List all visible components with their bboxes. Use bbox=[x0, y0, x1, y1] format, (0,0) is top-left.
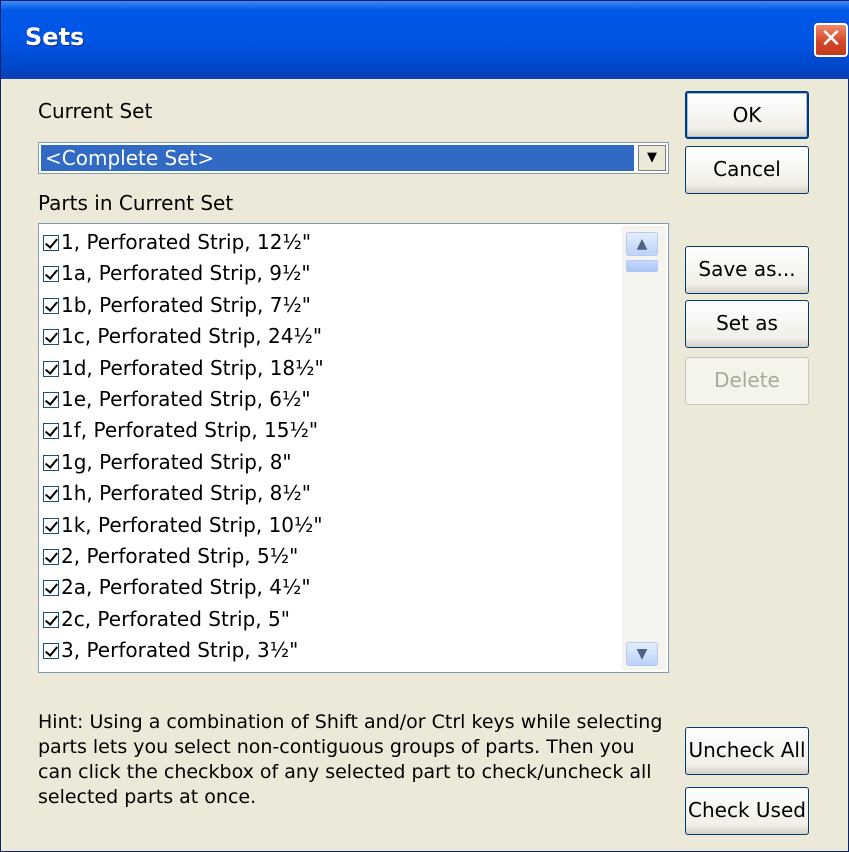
list-item[interactable]: 1b, Perforated Strip, 7½" bbox=[43, 291, 311, 319]
list-item-label: 1h, Perforated Strip, 8½" bbox=[61, 481, 311, 506]
list-item-label: 2c, Perforated Strip, 5" bbox=[61, 606, 290, 631]
checkbox[interactable] bbox=[43, 235, 59, 251]
set-as-default-button[interactable]: Set as Default bbox=[685, 300, 809, 379]
checkbox[interactable] bbox=[43, 517, 59, 534]
list-item[interactable]: 1e, Perforated Strip, 6½" bbox=[43, 385, 311, 413]
list-item-label: 1e, Perforated Strip, 6½" bbox=[61, 387, 311, 411]
checkbox[interactable] bbox=[43, 360, 59, 377]
scroll-up-icon[interactable]: ▲ bbox=[626, 232, 658, 256]
list-item[interactable]: 2a, Perforated Strip, 4½" bbox=[43, 573, 311, 601]
list-item-label: 1g, Perforated Strip, 8" bbox=[61, 449, 292, 474]
checkbox[interactable] bbox=[43, 329, 59, 346]
list-item[interactable]: 2, Perforated Strip, 5½" bbox=[43, 542, 298, 570]
sets-dialog: Sets ✕ Current Set <Complete Set> ▼ Part… bbox=[0, 0, 849, 852]
list-item-label: 1b, Perforated Strip, 7½" bbox=[61, 292, 311, 317]
checkbox[interactable] bbox=[43, 486, 59, 503]
checkbox[interactable] bbox=[43, 423, 59, 440]
list-item[interactable]: 1g, Perforated Strip, 8" bbox=[43, 448, 292, 476]
save-as-button[interactable]: Save as... bbox=[685, 246, 809, 294]
scroll-thumb[interactable] bbox=[626, 260, 658, 272]
current-set-value: <Complete Set> bbox=[41, 145, 634, 171]
checkbox[interactable] bbox=[43, 549, 59, 565]
checkbox[interactable] bbox=[43, 454, 59, 471]
list-item-label: 2a, Perforated Strip, 4½" bbox=[61, 575, 311, 600]
window-title: Sets bbox=[25, 23, 85, 51]
hint-text: Hint: Using a combination of Shift and/o… bbox=[38, 711, 663, 808]
parts-in-current-set-label: Parts in Current Set bbox=[38, 191, 234, 215]
list-item[interactable]: 1f, Perforated Strip, 15½" bbox=[43, 416, 318, 444]
current-set-label: Current Set bbox=[38, 99, 153, 123]
list-item-label: 1, Perforated Strip, 12½" bbox=[61, 230, 312, 254]
current-set-dropdown[interactable]: <Complete Set> ▼ bbox=[38, 142, 669, 174]
checkbox[interactable] bbox=[43, 643, 59, 660]
list-item-label: 1d, Perforated Strip, 18½" bbox=[61, 355, 324, 380]
list-item-label: 1k, Perforated Strip, 10½" bbox=[61, 512, 323, 537]
list-item[interactable]: 1d, Perforated Strip, 18½" bbox=[43, 354, 324, 382]
checkbox[interactable] bbox=[43, 297, 59, 314]
check-used-button[interactable]: Check Used bbox=[685, 787, 809, 835]
dropdown-arrow-icon[interactable]: ▼ bbox=[638, 145, 666, 171]
delete-button[interactable]: Delete bbox=[685, 357, 809, 405]
list-item-label: 3, Perforated Strip, 3½" bbox=[61, 638, 299, 663]
checkbox[interactable] bbox=[43, 580, 59, 597]
list-item[interactable]: 1a, Perforated Strip, 9½" bbox=[43, 259, 311, 287]
list-item[interactable]: 3, Perforated Strip, 3½" bbox=[43, 636, 298, 664]
title-bar[interactable]: Sets ✕ bbox=[1, 1, 849, 79]
list-item-label: 1c, Perforated Strip, 24½" bbox=[61, 324, 323, 349]
list-item[interactable]: 1h, Perforated Strip, 8½" bbox=[43, 479, 311, 507]
parts-list[interactable]: 1, Perforated Strip, 12½" 1a, Perforated … bbox=[38, 223, 669, 673]
scroll-down-icon[interactable]: ▼ bbox=[626, 642, 658, 666]
list-item[interactable]: 1, Perforated Strip, 12½" bbox=[43, 228, 311, 256]
checkbox[interactable] bbox=[43, 266, 59, 283]
list-item-label: 1a, Perforated Strip, 9½" bbox=[61, 261, 311, 286]
checkbox[interactable] bbox=[43, 392, 59, 408]
list-item[interactable]: 1c, Perforated Strip, 24½" bbox=[43, 322, 322, 350]
cancel-button[interactable]: Cancel bbox=[685, 146, 809, 194]
close-button[interactable]: ✕ bbox=[814, 23, 848, 57]
list-item[interactable]: 2c, Perforated Strip, 5" bbox=[43, 605, 290, 633]
list-item-label: 1f, Perforated Strip, 15½" bbox=[61, 418, 319, 443]
ok-button[interactable]: OK bbox=[685, 91, 809, 139]
parts-list-scrollbar[interactable]: ▲ ▼ bbox=[622, 226, 666, 670]
list-item[interactable]: 1k, Perforated Strip, 10½" bbox=[43, 511, 323, 539]
list-item-label: 2, Perforated Strip, 5½" bbox=[61, 544, 299, 568]
checkbox[interactable] bbox=[43, 611, 59, 628]
uncheck-all-button[interactable]: Uncheck All bbox=[685, 727, 809, 775]
